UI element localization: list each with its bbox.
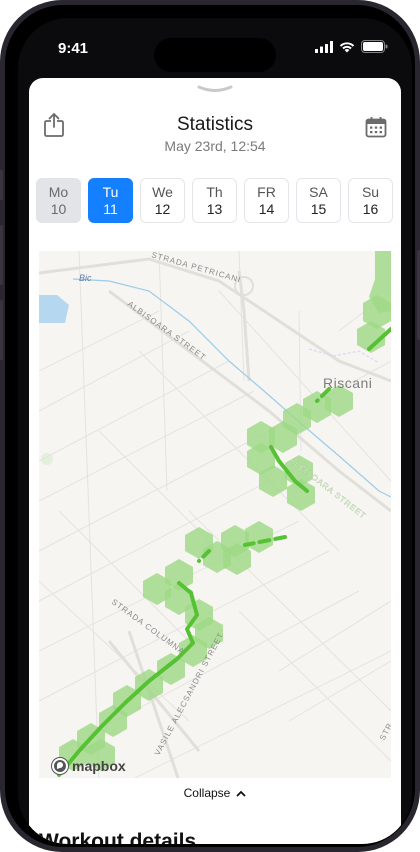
- page-subtitle: May 23rd, 12:54: [164, 138, 266, 154]
- day-date: 14: [258, 200, 275, 217]
- day-name: FR: [257, 183, 276, 200]
- map-canvas: STRADA PETRICANI Bic ALBISOARA STREET Ri…: [39, 251, 391, 781]
- day-name: Su: [361, 183, 380, 200]
- volume-up-button: [0, 225, 3, 285]
- route-map[interactable]: STRADA PETRICANI Bic ALBISOARA STREET Ri…: [39, 251, 391, 781]
- action-button: [0, 170, 3, 200]
- dynamic-island: [154, 38, 276, 72]
- mapbox-wordmark: mapbox: [72, 758, 126, 774]
- day-selector: Mo 10 Tu 11 We 12 Th 13 FR 14 SA 15 Su 1…: [36, 178, 393, 223]
- signal-icon: [315, 40, 333, 53]
- phone-frame: 9:41 Statistics May 23rd, 12:54 Mo 10 Tu…: [0, 0, 420, 852]
- page-title: Statistics: [176, 114, 254, 135]
- volume-down-button: [0, 300, 3, 360]
- day-monday[interactable]: Mo 10: [36, 178, 81, 223]
- mapbox-logo-icon: [51, 757, 69, 775]
- day-name: Tu: [102, 183, 119, 200]
- day-name: Mo: [48, 183, 69, 200]
- collapse-button[interactable]: Collapse: [29, 778, 401, 808]
- statistics-sheet: Statistics May 23rd, 12:54 Mo 10 Tu 11 W…: [29, 78, 401, 844]
- label-riscani: Riscani: [323, 375, 372, 391]
- wifi-icon: [339, 41, 355, 52]
- day-date: 10: [50, 200, 67, 217]
- day-date: 11: [103, 200, 118, 217]
- day-tuesday[interactable]: Tu 11: [88, 178, 133, 223]
- day-date: 15: [310, 200, 327, 217]
- day-date: 12: [154, 200, 171, 217]
- bezel: 9:41 Statistics May 23rd, 12:54 Mo 10 Tu…: [5, 5, 415, 847]
- sheet-grabber[interactable]: [197, 84, 233, 94]
- day-thursday[interactable]: Th 13: [192, 178, 237, 223]
- day-date: 16: [362, 200, 379, 217]
- status-time: 9:41: [58, 40, 89, 57]
- collapse-label: Collapse: [183, 786, 231, 800]
- day-name: SA: [309, 183, 328, 200]
- status-icons: [315, 40, 388, 53]
- status-bar: 9:41: [18, 18, 412, 74]
- label-bic: Bic: [79, 273, 92, 283]
- map-background: [39, 251, 391, 781]
- screen: 9:41 Statistics May 23rd, 12:54 Mo 10 Tu…: [18, 18, 412, 844]
- day-saturday[interactable]: SA 15: [296, 178, 341, 223]
- day-name: Th: [206, 183, 223, 200]
- day-name: We: [152, 183, 173, 200]
- day-sunday[interactable]: Su 16: [348, 178, 393, 223]
- day-friday[interactable]: FR 14: [244, 178, 289, 223]
- day-date: 13: [206, 200, 223, 217]
- section-title: Workout details: [39, 830, 197, 844]
- mapbox-attribution[interactable]: mapbox: [51, 757, 126, 775]
- calendar-icon[interactable]: [365, 116, 387, 138]
- chevron-up-icon: [236, 790, 246, 796]
- battery-icon: [361, 40, 388, 53]
- day-wednesday[interactable]: We 12: [140, 178, 185, 223]
